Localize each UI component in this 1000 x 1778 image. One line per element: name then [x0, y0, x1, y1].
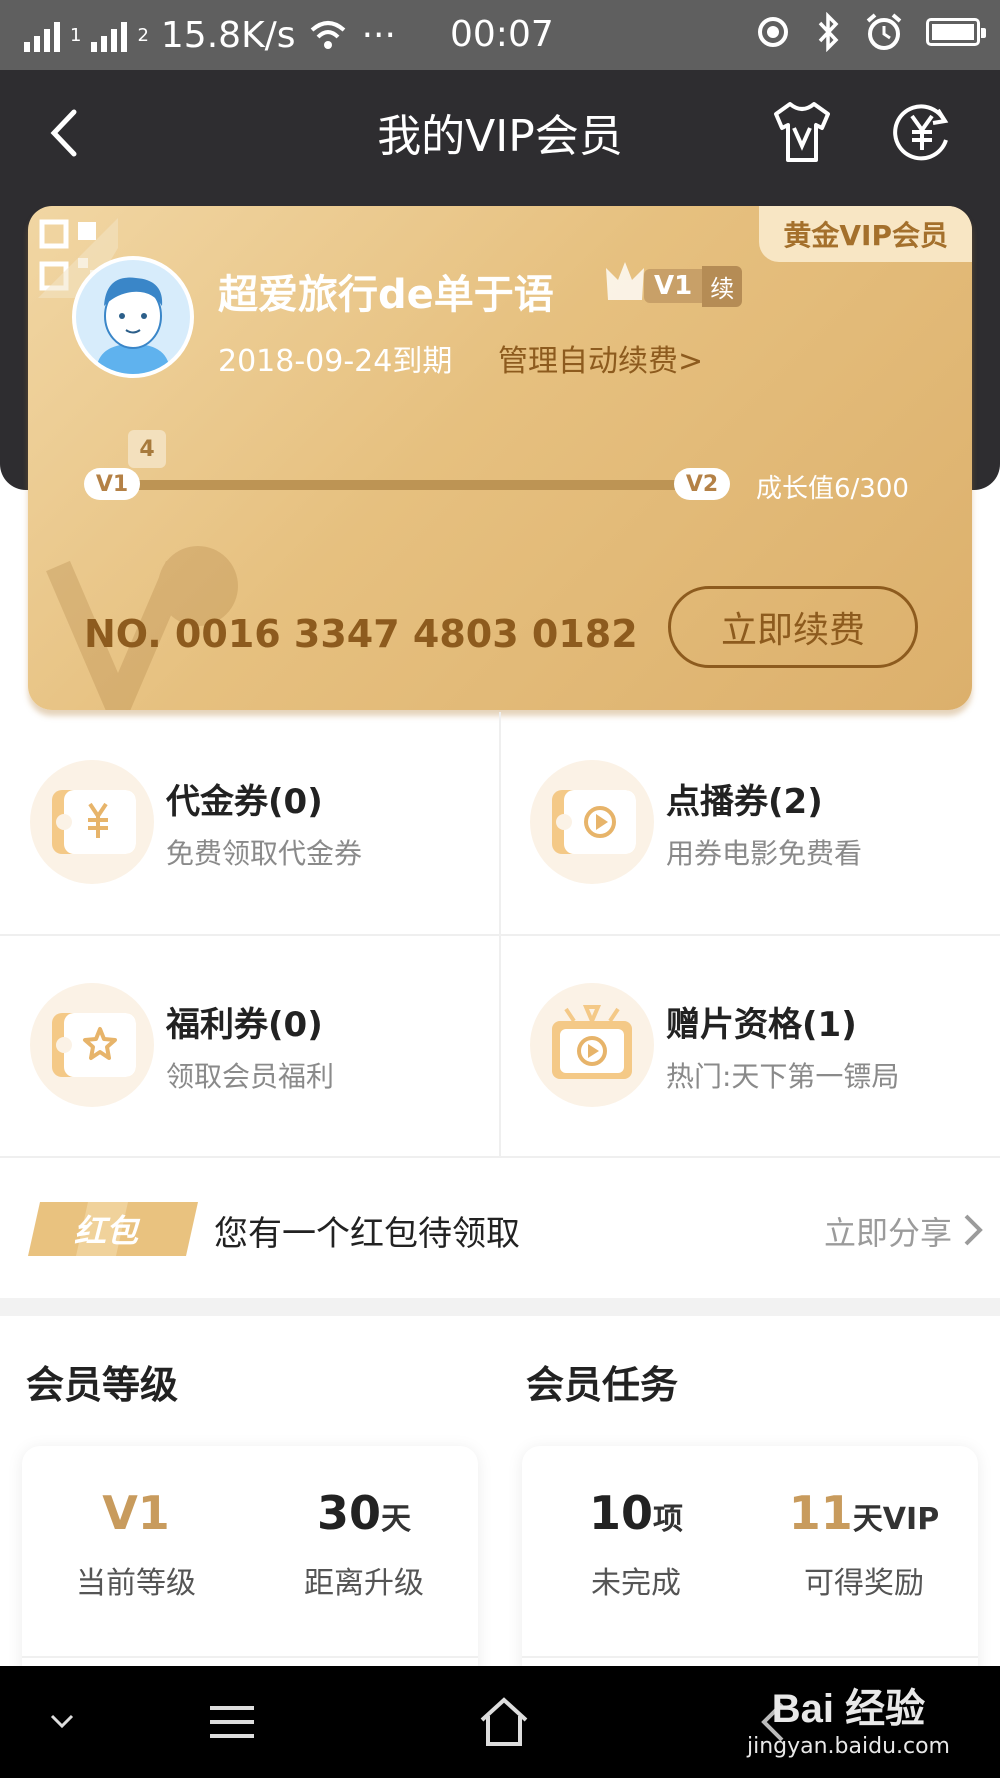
reward-unit: 天VIP [852, 1502, 940, 1537]
yuan-refresh-icon[interactable] [882, 92, 962, 172]
current-level-value: V1 [102, 1486, 170, 1540]
coupon-subtitle: 热门:天下第一镖局 [666, 1060, 900, 1093]
coupon-title: 福利券(0) [166, 1005, 323, 1045]
pending-tasks-stat: 10项 未完成 [522, 1486, 750, 1602]
member-tasks-title: 会员任务 [526, 1363, 679, 1407]
level-from-pill: V1 [84, 468, 140, 500]
watermark-sub: jingyan.baidu.com [746, 1734, 950, 1759]
renew-now-button[interactable]: 立即续费 [668, 586, 918, 668]
vip-card: 黄金VIP会员 超爱旅行de单于语 V1 续 2018-09-24到期 管理自动… [28, 206, 972, 710]
reward-value: 11 [788, 1486, 853, 1540]
location-icon [758, 17, 788, 47]
status-bar: 1 2 15.8K/s ··· 00:07 [0, 0, 1000, 70]
avatar-face-icon [96, 277, 170, 374]
member-level-panel[interactable]: V1 当前等级 30天 距离升级 [22, 1446, 478, 1682]
panel-divider [522, 1656, 978, 1658]
alarm-icon [866, 13, 902, 50]
reward-stat: 11天VIP 可得奖励 [750, 1486, 978, 1602]
signal-sim-1: 1 [70, 24, 82, 46]
coupon-title: 代金券(0) [166, 782, 323, 822]
battery-icon [926, 18, 986, 46]
crown-icon [606, 262, 644, 300]
play-ticket-icon [530, 760, 654, 884]
level-to-pill: V2 [674, 468, 730, 500]
signal-sim-2: 2 [137, 24, 149, 46]
pending-unit: 项 [653, 1502, 683, 1537]
tshirt-v-icon[interactable] [762, 92, 842, 172]
progress-marker: 4 [128, 430, 166, 468]
coupon-gift-film[interactable]: 赠片资格(1) 热门:天下第一镖局 [500, 935, 1000, 1158]
card-number: NO. 0016 3347 4803 0182 [84, 612, 638, 656]
renew-mark: 续 [702, 265, 743, 307]
username: 超爱旅行de单于语 [218, 272, 554, 318]
avatar[interactable] [72, 256, 194, 378]
vip-type-badge: 黄金VIP会员 [759, 206, 972, 262]
chevron-right-icon[interactable] [960, 1210, 986, 1250]
status-left: 1 2 15.8K/s ··· [24, 14, 396, 56]
red-packet-tag-text: 红包 [74, 1212, 141, 1250]
panel-divider [22, 1656, 478, 1658]
share-now-link[interactable]: 立即分享 [824, 1208, 952, 1254]
level-badge-text: V1 [644, 269, 703, 303]
chevron-down-icon[interactable] [44, 1690, 80, 1754]
signal-icon [91, 18, 131, 52]
grid-divider-bottom [0, 1156, 1000, 1158]
red-packet-text: 您有一个红包待领取 [214, 1214, 520, 1254]
grid-divider-horizontal [0, 934, 1000, 936]
days-to-upgrade-label: 距离升级 [304, 1566, 424, 1601]
clock: 00:07 [450, 14, 554, 55]
section-separator [0, 1298, 1000, 1316]
coupon-subtitle: 免费领取代金券 [166, 837, 363, 870]
manage-auto-renew-link[interactable]: 管理自动续费> [498, 336, 703, 380]
level-badge: V1 续 [644, 265, 743, 307]
days-to-upgrade-stat: 30天 距离升级 [250, 1486, 478, 1602]
star-ticket-icon [30, 983, 154, 1107]
watermark-main: Bai 经验 [771, 1687, 926, 1731]
current-level-label: 当前等级 [76, 1566, 196, 1601]
pending-tasks-label: 未完成 [591, 1566, 681, 1601]
days-to-upgrade-value: 30 [316, 1486, 381, 1540]
home-icon[interactable] [476, 1690, 532, 1754]
yuan-ticket-icon [30, 760, 154, 884]
gift-film-icon [530, 983, 654, 1107]
page-title: 我的VIP会员 [377, 111, 623, 162]
bluetooth-icon [818, 12, 839, 52]
pending-tasks-value: 10 [588, 1486, 653, 1540]
current-level-stat: V1 当前等级 [22, 1486, 250, 1602]
member-tasks-panel[interactable]: 10项 未完成 11天VIP 可得奖励 [522, 1446, 978, 1682]
coupon-subtitle: 用券电影免费看 [666, 837, 863, 870]
member-level-title: 会员等级 [26, 1363, 179, 1407]
days-unit: 天 [381, 1502, 411, 1537]
red-packet-tag-icon: 红包 [28, 1202, 198, 1256]
baidu-jingyan-watermark: Bai 经验 jingyan.baidu.com [747, 1676, 950, 1759]
network-speed: 15.8K/s [160, 14, 296, 56]
status-right [754, 12, 986, 52]
coupon-subtitle: 领取会员福利 [166, 1060, 335, 1093]
coupon-vod[interactable]: 点播券(2) 用券电影免费看 [500, 712, 1000, 935]
coupon-title: 点播券(2) [666, 782, 823, 822]
more-dots: ··· [361, 14, 396, 56]
wifi-icon [310, 21, 345, 49]
coupon-title: 赠片资格(1) [666, 1005, 857, 1045]
expire-date: 2018-09-24到期 [218, 344, 453, 379]
coupon-cash[interactable]: 代金券(0) 免费领取代金券 [0, 712, 500, 935]
growth-progress-bar [123, 480, 713, 490]
menu-icon[interactable] [204, 1690, 260, 1754]
signal-icon [24, 18, 64, 52]
coupon-welfare[interactable]: 福利券(0) 领取会员福利 [0, 935, 500, 1158]
reward-label: 可得奖励 [804, 1566, 924, 1601]
growth-value: 成长值6/300 [756, 474, 909, 504]
